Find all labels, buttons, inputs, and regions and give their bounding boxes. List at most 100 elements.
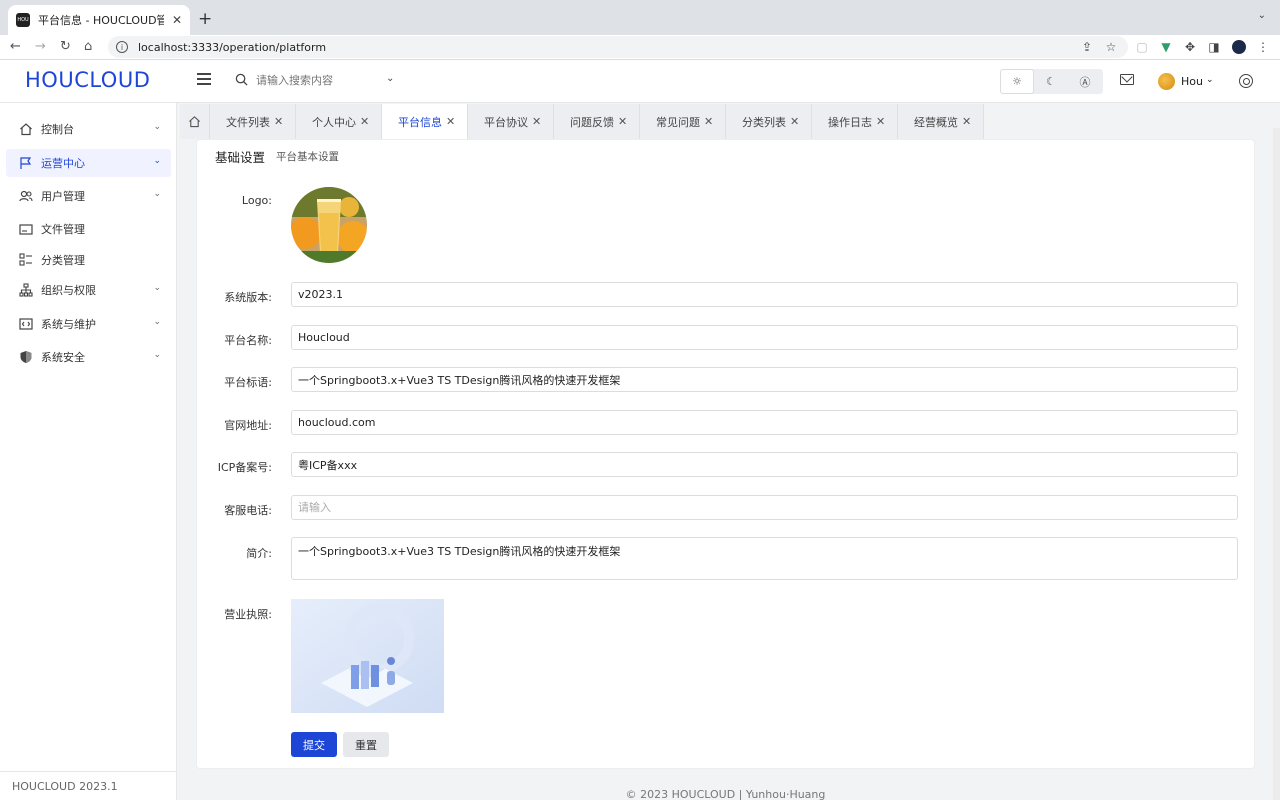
- avatar[interactable]: [1158, 73, 1175, 90]
- sidebar-item-label: 控制台: [41, 123, 74, 136]
- reload-icon[interactable]: ↻: [60, 39, 71, 54]
- vue-devtools-icon[interactable]: ▼: [1159, 40, 1173, 54]
- sidebar-item-label: 系统与维护: [41, 318, 96, 331]
- page-scrollbar[interactable]: [1273, 128, 1280, 800]
- tab-home[interactable]: [180, 104, 210, 139]
- sidebar-item-org-permissions[interactable]: 组织与权限 ⌄: [6, 276, 171, 304]
- license-illustration: [291, 599, 444, 713]
- sidebar-item-label: 文件管理: [41, 223, 85, 236]
- close-icon[interactable]: ✕: [532, 115, 541, 128]
- new-tab-button[interactable]: +: [198, 9, 212, 29]
- version-label: 系统版本:: [224, 291, 272, 304]
- icp-input[interactable]: [291, 452, 1238, 477]
- website-label: 官网地址:: [224, 419, 272, 432]
- side-panel-icon[interactable]: ◨: [1207, 40, 1221, 54]
- juice-image: [291, 187, 367, 263]
- flag-icon: [19, 156, 33, 170]
- search-dropdown-chevron-icon[interactable]: ⌄: [386, 73, 394, 84]
- tab-profile[interactable]: 个人中心 ✕: [296, 104, 382, 139]
- slogan-input[interactable]: [291, 367, 1238, 392]
- auto-theme-icon[interactable]: Ⓐ: [1068, 69, 1102, 94]
- sidebar-item-users[interactable]: 用户管理 ⌄: [6, 182, 171, 210]
- sidebar-item-label: 用户管理: [41, 190, 85, 203]
- tab-label: 经营概览: [914, 115, 958, 129]
- tab-platform-info[interactable]: 平台信息 ✕: [382, 104, 468, 139]
- browser-menu-icon[interactable]: ⋮: [1256, 40, 1270, 54]
- logo-upload[interactable]: [291, 187, 367, 263]
- tab-category-list[interactable]: 分类列表 ✕: [726, 104, 812, 139]
- settings-gear-icon[interactable]: [1239, 74, 1253, 88]
- logo-label: Logo:: [241, 194, 272, 207]
- tab-search-chevron-icon[interactable]: ⌄: [1258, 10, 1266, 21]
- reset-button[interactable]: 重置: [343, 732, 389, 757]
- intro-textarea[interactable]: 一个Springboot3.x+Vue3 TS TDesign腾讯风格的快速开发…: [291, 537, 1238, 580]
- dark-theme-icon[interactable]: ☾: [1034, 69, 1068, 94]
- sidebar-item-label: 分类管理: [41, 254, 85, 267]
- sidebar-item-operations[interactable]: 运营中心 ⌄: [6, 149, 171, 177]
- website-input[interactable]: [291, 410, 1238, 435]
- tab-label: 常见问题: [656, 115, 700, 129]
- share-icon[interactable]: ⇪: [1080, 40, 1094, 54]
- close-icon[interactable]: ✕: [618, 115, 627, 128]
- browser-tab-strip: HOU 平台信息 - HOUCLOUD管理端 ✕ + ⌄: [0, 0, 1280, 35]
- tab-operation-log[interactable]: 操作日志 ✕: [812, 104, 898, 139]
- icp-label: ICP备案号:: [217, 461, 272, 474]
- bookmark-star-icon[interactable]: ☆: [1104, 40, 1118, 54]
- version-input[interactable]: [291, 282, 1238, 307]
- license-upload[interactable]: [291, 599, 444, 713]
- tab-platform-agreement[interactable]: 平台协议 ✕: [468, 104, 554, 139]
- submit-button[interactable]: 提交: [291, 732, 337, 757]
- forward-icon[interactable]: →: [35, 39, 46, 54]
- light-theme-icon[interactable]: ☼: [1000, 69, 1034, 94]
- extensions-puzzle-icon[interactable]: ✥: [1183, 40, 1197, 54]
- browser-tab[interactable]: HOU 平台信息 - HOUCLOUD管理端 ✕: [8, 5, 190, 35]
- tab-label: 平台信息: [398, 115, 442, 129]
- sidebar-item-categories[interactable]: 分类管理: [6, 246, 171, 274]
- close-icon[interactable]: ✕: [274, 115, 283, 128]
- code-icon: [19, 317, 33, 331]
- phone-input[interactable]: [291, 495, 1238, 520]
- chevron-down-icon: ⌄: [153, 122, 161, 132]
- tab-label: 平台协议: [484, 115, 528, 129]
- user-menu-chevron-icon[interactable]: ⌄: [1206, 75, 1214, 85]
- tab-faq[interactable]: 常见问题 ✕: [640, 104, 726, 139]
- tab-file-list[interactable]: 文件列表 ✕: [210, 104, 296, 139]
- settings-card: 基础设置 平台基本设置 Logo: 系统版本: 平台名称: 平台标语: 官网地址…: [196, 139, 1255, 769]
- search-input[interactable]: [256, 71, 376, 91]
- tab-feedback[interactable]: 问题反馈 ✕: [554, 104, 640, 139]
- close-icon[interactable]: ✕: [446, 115, 455, 128]
- slogan-label: 平台标语:: [224, 376, 272, 389]
- close-icon[interactable]: ✕: [360, 115, 369, 128]
- close-icon[interactable]: ✕: [876, 115, 885, 128]
- platform-name-input[interactable]: [291, 325, 1238, 350]
- chevron-down-icon: ⌄: [153, 350, 161, 360]
- close-icon[interactable]: ✕: [704, 115, 713, 128]
- tab-label: 问题反馈: [570, 115, 614, 129]
- extension-blank-icon[interactable]: ▢: [1135, 40, 1149, 54]
- browser-toolbar: ← → ↻ ⌂ i localhost:3333/operation/platf…: [0, 35, 1280, 60]
- search-icon: [235, 73, 248, 86]
- sidebar-item-security[interactable]: 系统安全 ⌄: [6, 343, 171, 371]
- close-tab-icon[interactable]: ✕: [172, 13, 182, 27]
- sidebar-item-system-maintenance[interactable]: 系统与维护 ⌄: [6, 310, 171, 338]
- users-icon: [19, 189, 33, 203]
- sidebar-item-dashboard[interactable]: 控制台 ⌄: [6, 115, 171, 143]
- close-icon[interactable]: ✕: [962, 115, 971, 128]
- shield-icon: [19, 350, 33, 364]
- folder-icon: [19, 222, 33, 236]
- chevron-down-icon: ⌄: [153, 189, 161, 199]
- profile-avatar-icon[interactable]: [1232, 40, 1246, 54]
- close-icon[interactable]: ✕: [790, 115, 799, 128]
- address-bar[interactable]: i localhost:3333/operation/platform: [108, 36, 1128, 58]
- home-page-icon[interactable]: ⌂: [84, 39, 92, 54]
- back-icon[interactable]: ←: [10, 39, 21, 54]
- menu-toggle-icon[interactable]: [197, 73, 211, 85]
- site-info-icon[interactable]: i: [116, 41, 128, 53]
- home-icon: [189, 116, 200, 128]
- app-logo[interactable]: HOUCLOUD: [25, 68, 150, 92]
- user-name[interactable]: Hou: [1181, 75, 1203, 88]
- card-title: 基础设置: [215, 150, 266, 165]
- sidebar-item-files[interactable]: 文件管理: [6, 215, 171, 243]
- tab-business-overview[interactable]: 经营概览 ✕: [898, 104, 984, 139]
- mail-icon[interactable]: [1120, 74, 1134, 85]
